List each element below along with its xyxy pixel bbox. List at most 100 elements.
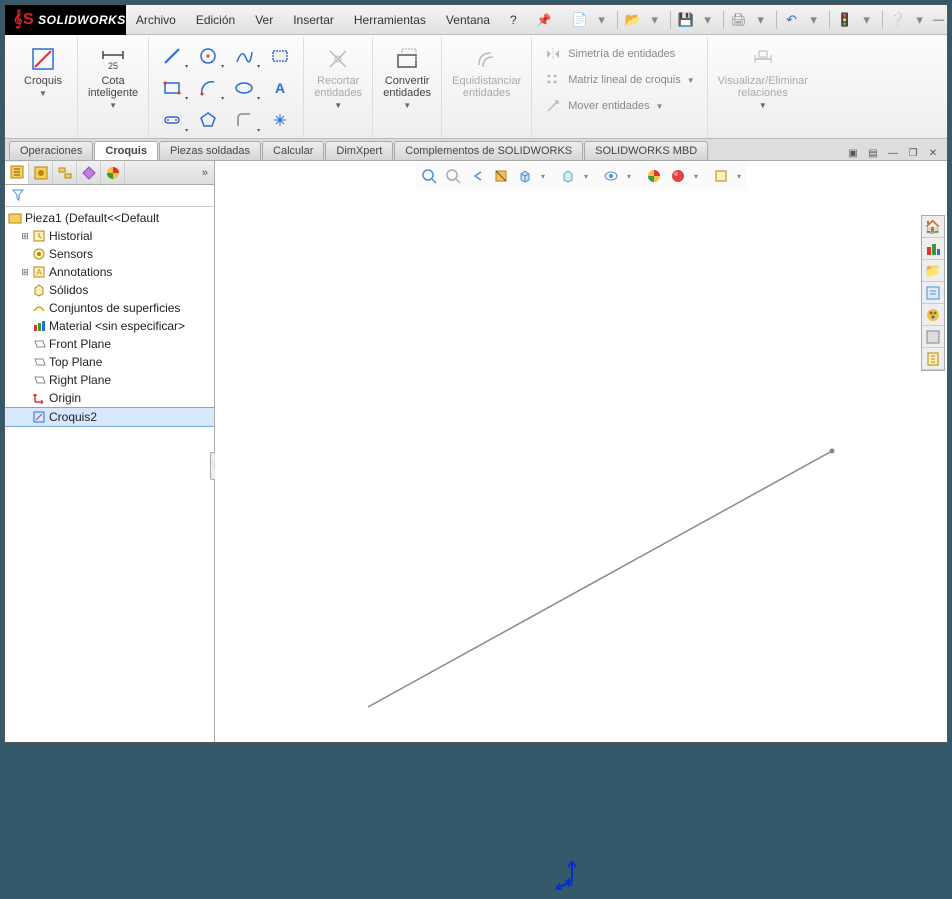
spline-tool-icon[interactable]: ▾ [227,41,261,71]
filter-icon[interactable] [9,187,27,203]
display-manager-tab-icon[interactable] [101,162,125,184]
linear-pattern-button[interactable]: Matriz lineal de croquis ▼ [542,69,696,91]
tab-complementos[interactable]: Complementos de SOLIDWORKS [394,141,583,160]
file-explorer-icon[interactable] [922,282,944,304]
appearances-icon[interactable] [922,326,944,348]
smart-dimension-button[interactable]: 25 Cota inteligente ▼ [84,41,142,112]
sketch-line[interactable] [215,161,945,741]
open-icon[interactable]: 📂 [623,10,643,30]
property-manager-tab-icon[interactable] [29,162,53,184]
dropdown-icon[interactable]: ▾ [645,10,665,30]
tree-annotations[interactable]: ⊞ A Annotations [5,263,214,281]
mirror-label: Simetría de entidades [568,48,675,60]
tab-piezas-soldadas[interactable]: Piezas soldadas [159,141,261,160]
expand-icon[interactable]: ⊞ [19,231,31,242]
menu-edicion[interactable]: Edición [186,5,245,35]
menu-insertar[interactable]: Insertar [283,5,344,35]
tab-mbd[interactable]: SOLIDWORKS MBD [584,141,708,160]
tree-root[interactable]: Pieza1 (Default<<Default [5,209,214,227]
line-tool-icon[interactable]: ▾ [155,41,189,71]
resources-icon[interactable] [922,238,944,260]
dropdown-icon[interactable]: ▾ [592,10,612,30]
convert-entities-button[interactable]: Convertir entidades ▼ [379,41,435,112]
doc-minimize-icon[interactable]: — [885,146,901,160]
doc-close-icon[interactable]: ✕ [925,146,941,160]
ds-logo-icon: 𝄞S [13,11,34,29]
menu-pin-icon[interactable]: 📌 [527,5,562,35]
home-icon[interactable]: 🏠 [922,216,944,238]
feature-tree-tab-icon[interactable] [5,162,29,184]
move-entities-button[interactable]: Mover entidades ▼ [542,95,696,117]
menu-ayuda[interactable]: ? [500,5,527,35]
convert-label: Convertir entidades [383,75,431,99]
display-relations-button[interactable]: Visualizar/Eliminar relaciones ▼ [714,41,812,112]
rectangle-tool-icon[interactable]: ▾ [155,73,189,103]
sketch-tools-grid: ▾ ▾ ▾ ▾ ▾ ▾ A ▾ ▾ [155,41,297,135]
new-icon[interactable]: 📄 [570,10,590,30]
undo-icon[interactable]: ↶ [782,10,802,30]
annotations-icon: A [31,264,47,280]
design-library-icon[interactable]: 📁 [922,260,944,282]
save-icon[interactable]: 💾 [676,10,696,30]
dimxpert-manager-tab-icon[interactable] [77,162,101,184]
arc-tool-icon[interactable]: ▾ [191,73,225,103]
print-icon[interactable]: 🖨 [729,10,749,30]
plane-icon [31,372,47,388]
origin-triad: ✱ [562,859,602,899]
menu-herramientas[interactable]: Herramientas [344,5,436,35]
trim-label: Recortar entidades [314,75,362,99]
dropdown-icon[interactable]: ▾ [804,10,824,30]
dropdown-icon[interactable]: ▾ [751,10,771,30]
sketch-node-icon [31,409,47,425]
tree-front-plane[interactable]: Front Plane [5,335,214,353]
dropdown-icon[interactable]: ▾ [698,10,718,30]
tab-calcular[interactable]: Calcular [262,141,324,160]
expand-icon[interactable]: ⊞ [19,267,31,278]
mirror-entities-button[interactable]: Simetría de entidades [542,43,696,65]
dropdown-icon[interactable]: ▾ [857,10,877,30]
app-name: SOLIDWORKS [38,13,126,27]
slot-tool-icon[interactable]: ▾ [155,105,189,135]
minimize-icon[interactable]: — [930,12,948,28]
tree-label: Right Plane [49,373,111,387]
graphics-viewport[interactable]: ▾ ▾ ▾ ▾ ▾ [215,161,947,742]
panel-expand-icon[interactable]: » [196,167,214,179]
menu-ver[interactable]: Ver [245,5,283,35]
tree-superficies[interactable]: Conjuntos de superficies [5,299,214,317]
tile-icon[interactable]: ▣ [845,146,861,160]
circle-tool-icon[interactable]: ▾ [191,41,225,71]
ellipse-tool-icon[interactable]: ▾ [227,73,261,103]
tab-croquis[interactable]: Croquis [94,141,158,160]
perimeter-rect-icon[interactable] [263,41,297,71]
tree-top-plane[interactable]: Top Plane [5,353,214,371]
menu-ventana[interactable]: Ventana [436,5,500,35]
view-palette-icon[interactable] [922,304,944,326]
fillet-tool-icon[interactable]: ▾ [227,105,261,135]
text-tool-icon[interactable]: A [263,73,297,103]
tab-operaciones[interactable]: Operaciones [9,141,93,160]
tile2-icon[interactable]: ▤ [865,146,881,160]
tree-solidos[interactable]: Sólidos [5,281,214,299]
tree-origin[interactable]: Origin [5,389,214,407]
traffic-light-icon[interactable]: 🚦 [835,10,855,30]
configuration-manager-tab-icon[interactable] [53,162,77,184]
dropdown-icon[interactable]: ▾ [910,10,930,30]
menu-archivo[interactable]: Archivo [126,5,186,35]
tree-historial[interactable]: ⊞ Historial [5,227,214,245]
chevron-down-icon: ▼ [687,76,695,85]
tree-sensors[interactable]: Sensors [5,245,214,263]
trim-entities-button[interactable]: Recortar entidades ▼ [310,41,366,112]
point-tool-icon[interactable] [263,105,297,135]
custom-props-icon[interactable] [922,348,944,370]
tree-right-plane[interactable]: Right Plane [5,371,214,389]
tree-root-label: Pieza1 (Default<<Default [25,211,159,225]
polygon-tool-icon[interactable] [191,105,225,135]
doc-restore-icon[interactable]: ❐ [905,146,921,160]
tree-croquis2[interactable]: Croquis2 [5,407,214,427]
offset-entities-button[interactable]: Equidistanciar entidades [448,41,525,101]
tree-material[interactable]: Material <sin especificar> [5,317,214,335]
help-icon[interactable]: ❔ [888,10,908,30]
panel-tabs: » [5,161,214,185]
tab-dimxpert[interactable]: DimXpert [325,141,393,160]
sketch-button[interactable]: Croquis ▼ [15,41,71,100]
